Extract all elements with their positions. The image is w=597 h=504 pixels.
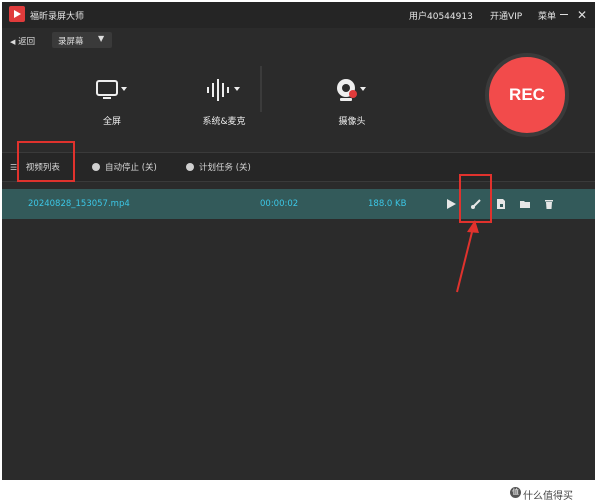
chevron-left-icon: ◀ xyxy=(10,38,16,46)
vip-button[interactable]: 开通VIP xyxy=(490,9,522,22)
clock-icon xyxy=(92,163,100,171)
monitor-icon xyxy=(96,80,127,99)
app-window: 福昕录屏大师 用户40544913 开通VIP 菜单 ✕ ◀ 返回 录屏幕 ▼ … xyxy=(2,2,595,480)
recording-filename: 20240828_153057.mp4 xyxy=(28,199,130,209)
schedule-clock-icon xyxy=(186,163,194,171)
sound-wave-icon xyxy=(207,79,240,101)
camera-label: 摄像头 xyxy=(338,117,366,127)
recording-duration: 00:00:02 xyxy=(260,199,299,209)
tab-schedule[interactable]: 计划任务 (关) xyxy=(186,161,251,173)
audio-label: 系统&麦克 xyxy=(202,117,246,127)
tab-schedule-label: 计划任务 (关) xyxy=(199,163,251,173)
webcam-icon xyxy=(337,79,366,101)
edit-highlight-box xyxy=(459,174,492,223)
app-title: 福昕录屏大师 xyxy=(30,12,85,22)
camera-button[interactable]: 摄像头 xyxy=(312,52,392,132)
menu-button[interactable]: 菜单 xyxy=(538,9,556,22)
video-list-highlight-box xyxy=(17,141,75,182)
mode-dropdown[interactable]: 录屏幕 ▼ xyxy=(52,32,112,48)
tab-auto-stop[interactable]: 自动停止 (关) xyxy=(92,161,157,173)
tab-auto-stop-label: 自动停止 (关) xyxy=(105,163,157,173)
list-tabs: ☰ 视频列表 自动停止 (关) 计划任务 (关) xyxy=(2,152,595,182)
recording-list: 20240828_153057.mp4 00:00:02 188.0 KB xyxy=(2,182,595,480)
list-item[interactable]: 20240828_153057.mp4 00:00:02 188.0 KB xyxy=(2,189,595,219)
watermark-text: 什么值得买 xyxy=(523,491,573,502)
fullscreen-label: 全屏 xyxy=(102,117,121,127)
audio-button[interactable]: 系统&麦克 xyxy=(184,52,264,132)
record-button[interactable]: REC xyxy=(485,53,569,137)
trash-icon[interactable] xyxy=(543,198,555,210)
recording-size: 188.0 KB xyxy=(368,199,407,209)
chevron-down-icon: ▼ xyxy=(98,34,105,43)
watermark-logo-icon: 值 xyxy=(510,487,521,498)
back-label: 返回 xyxy=(18,37,36,47)
folder-icon[interactable] xyxy=(519,198,531,210)
fullscreen-button[interactable]: 全屏 xyxy=(72,52,152,132)
minimize-icon[interactable] xyxy=(560,14,568,15)
sub-toolbar: ◀ 返回 录屏幕 ▼ xyxy=(2,28,595,52)
record-label: REC xyxy=(509,85,545,104)
mode-label: 录屏幕 xyxy=(58,37,84,47)
annotation-arrow-icon xyxy=(456,220,479,293)
back-button[interactable]: ◀ 返回 xyxy=(10,35,35,47)
app-logo-icon xyxy=(9,6,25,22)
file-export-icon[interactable] xyxy=(495,198,507,210)
title-bar: 福昕录屏大师 用户40544913 开通VIP 菜单 ✕ xyxy=(2,2,595,28)
close-icon[interactable]: ✕ xyxy=(577,8,587,22)
play-icon[interactable] xyxy=(445,198,457,210)
user-account[interactable]: 用户40544913 xyxy=(409,9,473,22)
